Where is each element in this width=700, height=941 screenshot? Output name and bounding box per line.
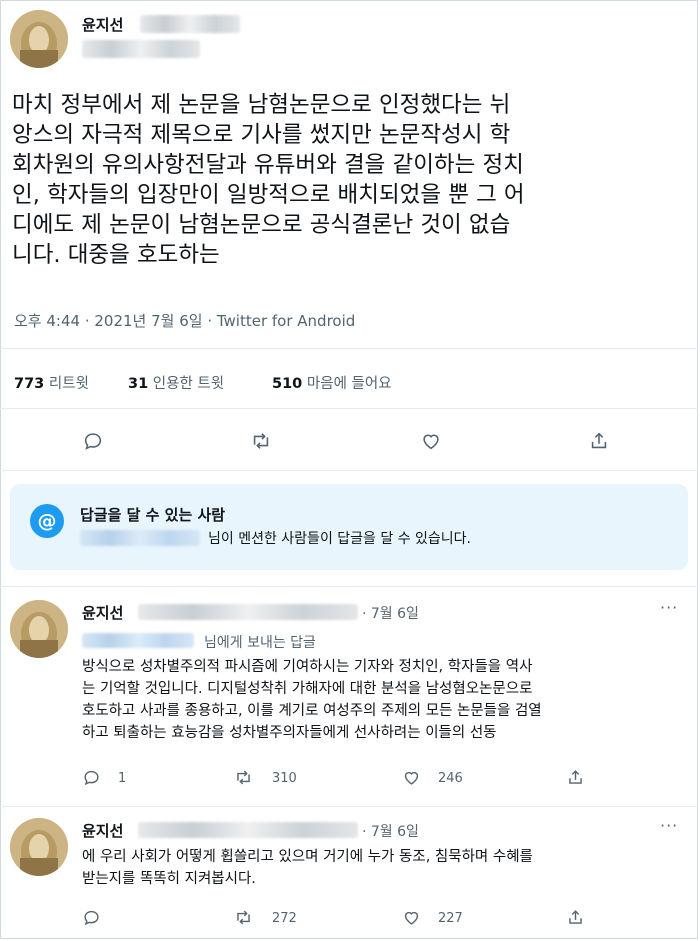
reply-icon[interactable] (82, 430, 104, 452)
mention-icon: @ (30, 504, 64, 538)
reply-text-line: 하고 퇴출하는 효능감을 성차별주의자들에게 선사하려는 이들의 선동 (82, 725, 497, 741)
notice-title: 답글을 달 수 있는 사람 (80, 506, 226, 524)
reply-date[interactable]: · 7월 6일 (362, 821, 419, 841)
mentioner-handle-blurred (80, 530, 200, 546)
reply-author-handle-blurred (138, 822, 358, 838)
retweet-icon[interactable] (250, 430, 272, 452)
reply-text-line: 받는지를 똑똑히 지켜봅시다. (82, 871, 256, 887)
more-options-icon[interactable]: ··· (660, 816, 678, 835)
divider (0, 586, 698, 587)
tweet-text-line: 마치 정부에서 제 논문을 남혐논문으로 인정했다는 뉘 (12, 92, 511, 118)
tweet-text-line: 디에도 제 논문이 남혐논문으로 공식결론난 것이 없습 (12, 212, 511, 238)
reply-icon[interactable] (82, 768, 101, 787)
author-name[interactable]: 윤지선 (82, 14, 123, 35)
notice-subtitle: 님이 멘션한 사람들이 답글을 달 수 있습니다. (208, 528, 471, 548)
tweet-text-line: 앙스의 자극적 제목으로 기사를 썼지만 논문작성시 학 (12, 122, 511, 148)
retweet-count: 272 (272, 911, 297, 926)
retweets-count: 773 (14, 376, 45, 392)
avatar-image (10, 10, 68, 68)
reply-date[interactable]: · 7월 6일 (362, 603, 419, 623)
tweet-text: 마치 정부에서 제 논문을 남혐논문으로 인정했다는 뉘 앙스의 자극적 제목으… (12, 90, 692, 270)
reply-icon[interactable] (82, 908, 101, 927)
more-options-icon[interactable]: ··· (660, 598, 678, 617)
avatar-image (10, 600, 68, 658)
like-icon[interactable] (420, 430, 442, 452)
reply-author-avatar[interactable] (10, 818, 68, 876)
retweet-count: 310 (272, 771, 297, 786)
reply-author-handle-blurred (138, 604, 358, 620)
notice-subtitle-text: 님이 멘션한 사람들이 답글을 달 수 있습니다. (208, 531, 471, 547)
author-avatar[interactable] (10, 10, 68, 68)
retweets-label: 리트윗 (48, 376, 89, 392)
reply-text: 방식으로 성차별주의적 파시즘에 기여하시는 기자와 정치인, 학자들을 역사 … (82, 656, 542, 744)
retweets-stat[interactable]: 773 리트윗 (14, 372, 89, 393)
reply-text-line: 는 기억할 것입니다. 디지털성착취 가해자에 대한 분석을 남성혐오논문으로 (82, 681, 533, 697)
share-icon[interactable] (588, 430, 610, 452)
divider (0, 470, 698, 471)
tweet-text-line: 인, 학자들의 입장만이 일방적으로 배치되었을 뿐 그 어 (12, 182, 525, 208)
author-username-blurred (82, 40, 200, 58)
retweet-icon[interactable] (234, 908, 253, 927)
like-count: 246 (438, 771, 463, 786)
share-icon[interactable] (566, 908, 585, 927)
quotes-count: 31 (128, 376, 149, 392)
reply-text-line: 호도하고 사과를 종용하고, 이를 계기로 여성주의 주제의 모든 논문들을 검… (82, 703, 542, 719)
reply-author-name[interactable]: 윤지선 (82, 820, 123, 841)
reply-author-name[interactable]: 윤지선 (82, 602, 123, 623)
author-handle-blurred (140, 15, 240, 33)
divider (0, 408, 698, 409)
tweet-text-line: 니다. 대중을 호도하는 (12, 242, 220, 268)
like-icon[interactable] (402, 768, 421, 787)
replying-to-label: 님에게 보내는 답글 (204, 635, 316, 651)
reply-count: 1 (118, 771, 127, 786)
reply-text-line: 방식으로 성차별주의적 파시즘에 기여하시는 기자와 정치인, 학자들을 역사 (82, 659, 533, 675)
reply-text-line: 에 우리 사회가 어떻게 휩쓸리고 있으며 거기에 누가 동조, 침묵하며 수혜… (82, 849, 533, 865)
tweet-text-line: 회차원의 유의사항전달과 유튜버와 결을 같이하는 정치 (12, 152, 524, 178)
like-icon[interactable] (402, 908, 421, 927)
avatar-image (10, 818, 68, 876)
likes-count: 510 (272, 376, 303, 392)
divider (0, 348, 698, 349)
divider (0, 806, 698, 807)
retweet-icon[interactable] (234, 768, 253, 787)
reply-text: 에 우리 사회가 어떻게 휩쓸리고 있으며 거기에 누가 동조, 침묵하며 수혜… (82, 846, 533, 890)
share-icon[interactable] (566, 768, 585, 787)
replying-to-handle-blurred[interactable] (82, 633, 194, 648)
like-count: 227 (438, 911, 463, 926)
likes-label: 마음에 들어요 (306, 376, 392, 392)
likes-stat[interactable]: 510 마음에 들어요 (272, 372, 392, 393)
quotes-label: 인용한 트윗 (152, 376, 225, 392)
quotes-stat[interactable]: 31 인용한 트윗 (128, 372, 224, 393)
tweet-timestamp[interactable]: 오후 4:44 · 2021년 7월 6일 · Twitter for Andr… (14, 310, 355, 331)
reply-permission-notice: @ 답글을 달 수 있는 사람 님이 멘션한 사람들이 답글을 달 수 있습니다… (10, 484, 688, 570)
reply-author-avatar[interactable] (10, 600, 68, 658)
